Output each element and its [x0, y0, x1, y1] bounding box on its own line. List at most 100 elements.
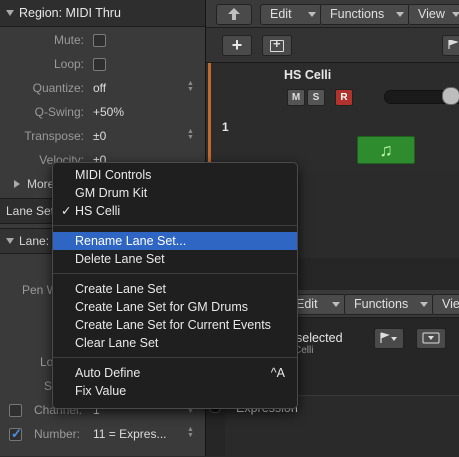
- lower-edit-label: Edit: [296, 297, 318, 311]
- chevron-down-icon: [308, 12, 316, 17]
- disclosure-triangle-icon[interactable]: [6, 238, 14, 244]
- lane-label: Lane:: [19, 234, 50, 248]
- menu-separator: [53, 273, 297, 274]
- midi-region-icon[interactable]: ♫: [357, 136, 415, 164]
- chevron-down-icon: [452, 12, 459, 17]
- quantize-value[interactable]: off: [93, 81, 106, 95]
- lane-set-context-menu: MIDI Controls GM Drum Kit ✓ HS Celli Ren…: [52, 162, 298, 409]
- lower-flag-button[interactable]: [374, 328, 404, 349]
- menu-item-label: Rename Lane Set...: [75, 234, 187, 248]
- menu-item-label: Fix Value: [75, 384, 127, 398]
- menu-item-label: MIDI Controls: [75, 168, 152, 182]
- menu-item-shortcut: ^A: [270, 366, 285, 380]
- add-track-button[interactable]: +: [222, 35, 252, 56]
- mute-label: Mute:: [53, 33, 84, 47]
- track-number: 1: [222, 120, 229, 134]
- number-label: Number:: [34, 427, 81, 441]
- transpose-value[interactable]: ±0: [93, 129, 106, 143]
- disclosure-triangle-icon[interactable]: [6, 10, 14, 16]
- menu-item-label: Clear Lane Set: [75, 336, 159, 350]
- qswing-label: Q-Swing:: [34, 105, 84, 119]
- stepper-arrows-icon[interactable]: ▲▼: [187, 80, 194, 94]
- qswing-param[interactable]: Q-Swing: +50%: [0, 102, 200, 122]
- checkmark-icon: ✓: [61, 204, 72, 218]
- lane-set-label: Lane Set: [6, 204, 55, 218]
- lower-functions-label: Functions: [354, 297, 409, 311]
- menu-item-clear-lane-set[interactable]: Clear Lane Set: [53, 334, 297, 352]
- menu-item-label: GM Drum Kit: [75, 186, 148, 200]
- flag-dropdown-icon: [380, 332, 397, 343]
- lower-view-menu-button[interactable]: View: [432, 294, 459, 315]
- view-menu-button[interactable]: View: [408, 4, 459, 25]
- menu-item-rename-lane-set[interactable]: Rename Lane Set...: [53, 232, 297, 250]
- mute-param: Mute:: [0, 30, 200, 50]
- menu-item-label: HS Celli: [75, 204, 121, 218]
- go-up-button[interactable]: [216, 4, 252, 25]
- transpose-label: Transpose:: [24, 129, 84, 143]
- plus-icon: +: [231, 35, 243, 55]
- mute-checkbox[interactable]: [93, 34, 106, 47]
- qswing-value[interactable]: +50%: [93, 105, 124, 119]
- lower-dropdown-button[interactable]: [416, 328, 446, 349]
- s-label: S: [44, 379, 53, 393]
- more-label: More: [27, 177, 55, 191]
- menu-item-gm-drum-kit[interactable]: GM Drum Kit: [53, 184, 297, 202]
- track-color-bar: [208, 63, 211, 173]
- transpose-param[interactable]: Transpose: ±0 ▲ ▼: [0, 126, 200, 146]
- chevron-down-icon: [332, 302, 340, 307]
- new-track-with-settings-button[interactable]: [262, 35, 292, 56]
- loop-param: Loop:: [0, 54, 200, 74]
- flag-icon: [448, 40, 458, 49]
- menu-item-label: Create Lane Set: [75, 282, 167, 296]
- stepper-arrows-icon[interactable]: ▲▼: [187, 426, 194, 440]
- menu-item-label: Auto Define: [75, 366, 141, 380]
- up-arrow-stem: [232, 14, 236, 20]
- flag-button[interactable]: [442, 35, 459, 56]
- channel-checkbox[interactable]: [9, 404, 22, 417]
- chevron-down-icon: [420, 302, 428, 307]
- add-track-icon: [270, 36, 284, 52]
- menu-item-label: Create Lane Set for Current Events: [75, 318, 271, 332]
- edit-menu-button[interactable]: Edit: [260, 4, 322, 25]
- main-toolbar: Edit Functions View: [206, 0, 459, 28]
- menu-item-auto-define[interactable]: Auto Define ^A: [53, 364, 297, 382]
- chevron-down-icon: [396, 12, 404, 17]
- menu-item-label: Create Lane Set for GM Drums: [75, 300, 248, 314]
- region-title: Region: MIDI Thru: [19, 6, 121, 20]
- track-name[interactable]: HS Celli: [284, 68, 331, 82]
- menu-item-hs-celli[interactable]: ✓ HS Celli: [53, 202, 297, 220]
- menu-item-label: Delete Lane Set: [75, 252, 165, 266]
- menu-item-midi-controls[interactable]: MIDI Controls: [53, 166, 297, 184]
- functions-menu-button[interactable]: Functions: [320, 4, 410, 25]
- number-row[interactable]: Number: 11 = Expres... ▲▼: [0, 424, 205, 444]
- menu-item-fix-value[interactable]: Fix Value: [53, 382, 297, 400]
- menu-item-create-lane-set-gm-drums[interactable]: Create Lane Set for GM Drums: [53, 298, 297, 316]
- record-button[interactable]: R: [335, 89, 353, 106]
- lower-view-label: View: [442, 297, 459, 311]
- menu-item-create-lane-set-current-events[interactable]: Create Lane Set for Current Events: [53, 316, 297, 334]
- volume-knob[interactable]: [442, 87, 459, 105]
- quantize-param[interactable]: Quantize: off ▲ ▼: [0, 78, 200, 98]
- quantize-label: Quantize:: [32, 81, 84, 95]
- selection-status: selected: [296, 331, 343, 345]
- edit-label: Edit: [270, 7, 292, 21]
- track-header[interactable]: [206, 63, 459, 173]
- disclosure-triangle-icon[interactable]: [14, 180, 20, 188]
- menu-item-create-lane-set[interactable]: Create Lane Set: [53, 280, 297, 298]
- region-header[interactable]: Region: MIDI Thru: [0, 0, 205, 27]
- number-checkbox[interactable]: [9, 426, 22, 442]
- menu-separator: [53, 225, 297, 226]
- loop-label: Loop:: [53, 57, 84, 71]
- stepper-arrows-icon[interactable]: ▲▼: [187, 128, 194, 142]
- lower-functions-menu-button[interactable]: Functions: [344, 294, 434, 315]
- solo-button[interactable]: S: [307, 89, 325, 106]
- mute-button[interactable]: M: [287, 89, 305, 106]
- dropdown-icon: [422, 332, 440, 344]
- track-header-toolbar: +: [206, 28, 459, 63]
- functions-label: Functions: [330, 7, 385, 21]
- menu-separator: [53, 357, 297, 358]
- number-value[interactable]: 11 = Expres...: [93, 427, 166, 441]
- loop-checkbox[interactable]: [93, 58, 106, 71]
- view-label: View: [418, 7, 445, 21]
- menu-item-delete-lane-set[interactable]: Delete Lane Set: [53, 250, 297, 268]
